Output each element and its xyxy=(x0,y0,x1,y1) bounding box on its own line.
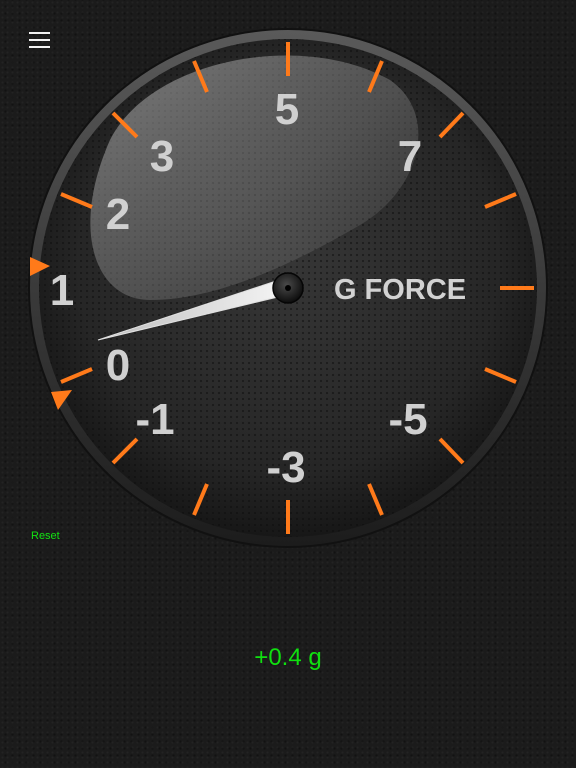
reset-button[interactable]: Reset xyxy=(31,529,60,543)
scale-label-minus-3: -3 xyxy=(266,443,305,492)
scale-label-5: 5 xyxy=(275,85,299,134)
scale-label-7: 7 xyxy=(398,132,422,181)
scale-label-2: 2 xyxy=(106,190,130,239)
gauge-hub-center xyxy=(285,285,291,291)
scale-label-3: 3 xyxy=(150,132,174,181)
scale-label-0: 0 xyxy=(106,341,130,390)
scale-label-minus-1: -1 xyxy=(135,395,174,444)
gauge-label: G FORCE xyxy=(334,274,466,306)
g-force-gauge: 5 3 7 2 1 0 -1 -5 -3 G FORCE xyxy=(28,28,548,548)
g-force-readout: +0.4 g xyxy=(254,644,322,671)
scale-label-1: 1 xyxy=(50,266,74,315)
scale-label-minus-5: -5 xyxy=(388,395,427,444)
